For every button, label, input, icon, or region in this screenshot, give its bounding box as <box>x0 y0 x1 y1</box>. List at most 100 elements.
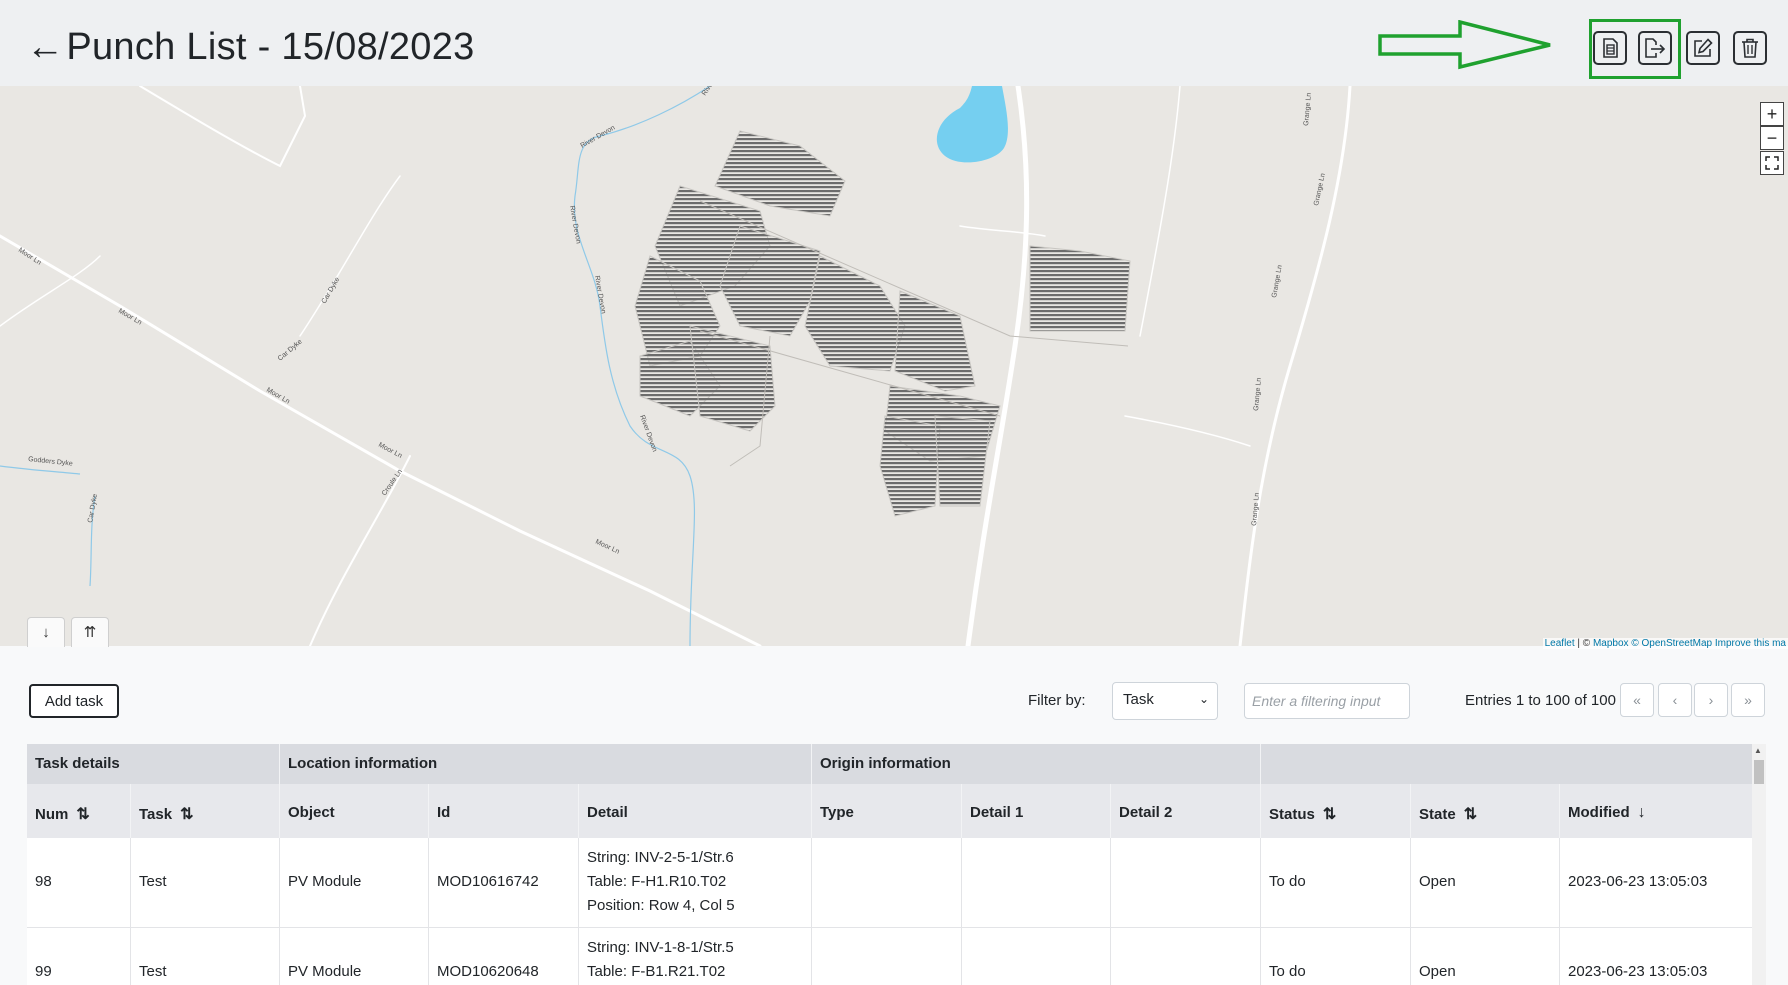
svg-text:Croule Ln: Croule Ln <box>381 468 404 497</box>
cell-object: PV Module <box>288 873 362 890</box>
svg-text:Car Dyke: Car Dyke <box>87 493 99 523</box>
road-east <box>1139 86 1181 337</box>
zoom-out-button[interactable]: − <box>1760 126 1784 150</box>
sort-icon[interactable]: ⇅ <box>1323 806 1336 823</box>
mapbox-link[interactable]: Mapbox <box>1593 638 1629 649</box>
column-id: Id <box>429 784 579 838</box>
next-page-button[interactable]: › <box>1694 683 1728 717</box>
collapse-panel-down-button[interactable]: ↓ <box>27 617 65 647</box>
fullscreen-icon <box>1765 156 1779 170</box>
improve-map-link[interactable]: Improve this ma <box>1715 638 1786 649</box>
cell-detail-1 <box>962 838 1111 927</box>
svg-text:Grange Ln: Grange Ln <box>1253 378 1263 412</box>
export-icon <box>1645 38 1666 58</box>
column-modified[interactable]: Modified ↓ <box>1560 784 1752 838</box>
page-title-text: Punch List - 15/08/2023 <box>66 26 475 68</box>
column-detail-1: Detail 1 <box>962 784 1111 838</box>
edit-button[interactable] <box>1686 31 1720 65</box>
scroll-up-icon[interactable]: ▲ <box>1754 746 1762 755</box>
sort-icon[interactable]: ⇅ <box>180 806 193 823</box>
column-type: Type <box>812 784 962 838</box>
add-task-button[interactable]: Add task <box>29 684 119 718</box>
cell-state: Open <box>1419 963 1456 980</box>
chevron-down-icon: ⌄ <box>1198 692 1209 706</box>
cell-id: MOD10620648 <box>437 963 539 980</box>
export-button[interactable] <box>1638 31 1672 65</box>
map-attribution: Leaflet | © Mapbox © OpenStreetMap Impro… <box>1542 638 1788 649</box>
delete-button[interactable] <box>1733 31 1767 65</box>
svg-text:River Devon: River Devon <box>568 205 582 244</box>
column-status[interactable]: Status ⇅ <box>1261 784 1411 838</box>
column-num[interactable]: Num ⇅ <box>27 784 131 838</box>
svg-text:Moor Ln: Moor Ln <box>377 442 403 460</box>
cell-detail-2 <box>1111 838 1261 927</box>
expand-panel-up-button[interactable]: ⇈ <box>71 617 109 647</box>
report-button[interactable] <box>1593 31 1627 65</box>
filter-label: Filter by: <box>1028 692 1086 709</box>
table-row[interactable]: 98 Test PV Module MOD10616742 String: IN… <box>27 838 1752 928</box>
filter-select[interactable]: Task ⌄ <box>1112 682 1218 720</box>
map-view[interactable]: Moor Ln Moor Ln Moor Ln Moor Ln Moor Ln … <box>0 86 1788 646</box>
sort-icon[interactable]: ⇅ <box>76 806 89 823</box>
zoom-in-button[interactable]: + <box>1760 102 1784 126</box>
track-south <box>1124 415 1251 447</box>
cell-object: PV Module <box>288 963 362 980</box>
svg-text:River Devon: River Devon <box>593 275 607 314</box>
trash-icon <box>1742 38 1758 58</box>
solar-field-3 <box>719 225 821 337</box>
prev-page-button[interactable]: ‹ <box>1658 683 1692 717</box>
cell-modified: 2023-06-23 13:05:03 <box>1568 963 1708 980</box>
svg-text:River Devon: River Devon <box>638 414 658 453</box>
table-column-header: Num ⇅ Task ⇅ Object Id Detail Type Detail … <box>27 784 1752 838</box>
column-detail-2: Detail 2 <box>1111 784 1261 838</box>
report-icon <box>1603 38 1618 58</box>
filter-input[interactable]: Enter a filtering input <box>1244 683 1410 719</box>
sort-desc-icon[interactable]: ↓ <box>1638 804 1646 821</box>
cell-detail: String: INV-1-8-1/Str.5 Table: F-B1.R21.… <box>587 939 734 980</box>
group-status <box>1261 744 1752 784</box>
solar-field-6 <box>689 325 776 432</box>
map-canvas[interactable]: Moor Ln Moor Ln Moor Ln Moor Ln Moor Ln … <box>0 86 1788 646</box>
group-task-details: Task details <box>27 744 280 784</box>
svg-text:River Devon: River Devon <box>580 124 617 149</box>
column-state[interactable]: State ⇅ <box>1411 784 1560 838</box>
table-scrollbar[interactable]: ▲ <box>1752 744 1766 985</box>
page-header: ←Punch List - 15/08/2023 <box>0 0 1788 86</box>
solar-field-12 <box>1029 245 1131 332</box>
task-table: Task details Location information Origin… <box>27 744 1762 985</box>
svg-text:Grange Ln: Grange Ln <box>1313 172 1327 206</box>
column-task[interactable]: Task ⇅ <box>131 784 280 838</box>
column-object: Object <box>280 784 429 838</box>
lake <box>936 86 1008 163</box>
svg-text:Car Dyke: Car Dyke <box>277 338 304 362</box>
svg-text:Grange Ln: Grange Ln <box>1251 493 1261 527</box>
road-grange <box>1238 86 1352 646</box>
svg-text:Moor Ln: Moor Ln <box>594 538 620 555</box>
cell-task: Test <box>139 873 167 890</box>
table-group-header: Task details Location information Origin… <box>27 744 1752 784</box>
cell-state: Open <box>1419 873 1456 890</box>
first-page-button[interactable]: « <box>1620 683 1654 717</box>
solar-field-11 <box>934 415 991 507</box>
road-north-left <box>139 86 307 168</box>
osm-link[interactable]: © OpenStreetMap <box>1631 638 1712 649</box>
cell-detail-2 <box>1111 928 1261 985</box>
cell-type <box>812 928 962 985</box>
cell-type <box>812 838 962 927</box>
fullscreen-button[interactable] <box>1760 151 1784 175</box>
road-main-north <box>965 86 1030 646</box>
solar-field-8 <box>894 290 976 392</box>
group-origin-information: Origin information <box>812 744 1261 784</box>
scroll-thumb[interactable] <box>1754 760 1764 784</box>
back-button[interactable]: ← <box>26 26 64 68</box>
cell-num: 98 <box>35 873 52 890</box>
table-row[interactable]: 99 Test PV Module MOD10620648 String: IN… <box>27 928 1752 985</box>
cell-id: MOD10616742 <box>437 873 539 890</box>
cell-detail-1 <box>962 928 1111 985</box>
leaflet-link[interactable]: Leaflet <box>1545 638 1575 649</box>
sort-icon[interactable]: ⇅ <box>1464 806 1477 823</box>
last-page-button[interactable]: » <box>1731 683 1765 717</box>
track-1 <box>959 225 1046 237</box>
page-title: ←Punch List - 15/08/2023 <box>26 26 475 69</box>
svg-text:Car Dyke: Car Dyke <box>321 276 342 305</box>
